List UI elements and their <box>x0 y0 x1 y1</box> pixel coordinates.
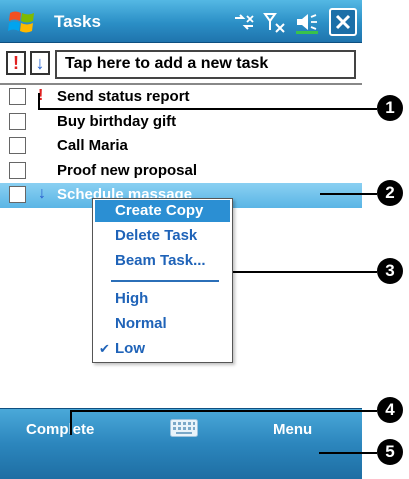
keyboard-icon[interactable] <box>170 419 198 437</box>
volume-icon[interactable] <box>294 10 320 34</box>
device-screen: Tasks ! ↓ Tap here to add a new task ! S… <box>0 0 362 479</box>
callout-leader <box>70 410 377 412</box>
callout-4: 4 <box>377 397 403 423</box>
menu-item-low[interactable]: ✔ Low <box>95 338 230 360</box>
menu-item-delete-task[interactable]: Delete Task <box>95 225 230 247</box>
menu-separator <box>111 280 219 282</box>
callout-leader <box>320 193 377 195</box>
close-button[interactable] <box>329 8 357 36</box>
task-row[interactable]: Proof new proposal <box>0 159 362 184</box>
callout-leader <box>233 271 377 273</box>
low-priority-icon: ↓ <box>38 185 46 202</box>
menu-item-normal[interactable]: Normal <box>95 313 230 335</box>
task-list: ! Send status report Buy birthday gift C… <box>0 85 362 208</box>
menu-softkey[interactable]: Menu <box>273 421 312 438</box>
callout-leader <box>38 108 377 110</box>
complete-softkey[interactable]: Complete <box>26 421 94 438</box>
high-priority-button[interactable]: ! <box>6 51 26 75</box>
task-label: Proof new proposal <box>57 161 198 179</box>
callout-5: 5 <box>377 439 403 465</box>
context-menu: Create Copy Delete Task Beam Task... Hig… <box>92 198 233 363</box>
task-checkbox[interactable] <box>9 137 26 154</box>
callout-leader <box>70 410 72 435</box>
menu-item-create-copy[interactable]: Create Copy <box>95 200 230 222</box>
task-label: Send status report <box>57 88 190 105</box>
task-row[interactable]: Buy birthday gift <box>0 110 362 135</box>
menu-item-beam-task[interactable]: Beam Task... <box>95 250 230 272</box>
task-label: Buy birthday gift <box>57 112 177 130</box>
softkey-bar: Complete Menu <box>0 408 362 479</box>
callout-leader <box>319 452 377 454</box>
title-bar: Tasks <box>0 0 362 43</box>
connectivity-icon[interactable] <box>231 10 257 34</box>
task-checkbox[interactable] <box>9 88 26 105</box>
task-label: Call Maria <box>57 137 128 154</box>
task-checkbox[interactable] <box>9 112 26 130</box>
checkmark-icon: ✔ <box>99 341 110 356</box>
new-task-input[interactable]: Tap here to add a new task <box>55 50 356 79</box>
callout-2: 2 <box>377 180 403 206</box>
menu-item-high[interactable]: High <box>95 288 230 310</box>
callout-3: 3 <box>377 258 403 284</box>
task-checkbox[interactable] <box>9 186 26 203</box>
task-row[interactable]: Call Maria <box>0 134 362 159</box>
signal-off-icon[interactable] <box>262 10 288 34</box>
low-priority-button[interactable]: ↓ <box>30 51 50 75</box>
app-title: Tasks <box>54 12 101 31</box>
close-icon <box>335 14 351 30</box>
callout-1: 1 <box>377 95 403 121</box>
task-row[interactable]: ! Send status report <box>0 85 362 110</box>
callout-leader <box>38 93 40 109</box>
windows-start-icon[interactable] <box>6 6 38 38</box>
task-entry-bar: ! ↓ Tap here to add a new task <box>0 47 362 81</box>
task-checkbox[interactable] <box>9 161 26 179</box>
